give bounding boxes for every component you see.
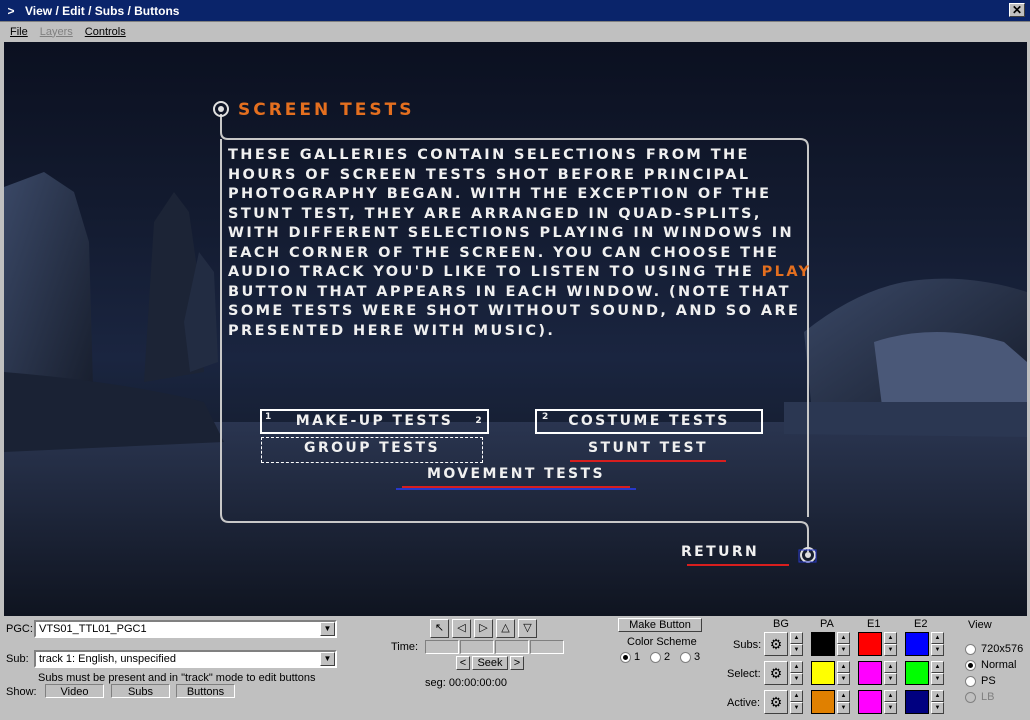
- show-video-toggle[interactable]: Video: [45, 684, 104, 698]
- view-ps-radio[interactable]: [965, 676, 976, 687]
- bg-spinner[interactable]: ▲ ▼: [790, 661, 803, 685]
- menu-bar: File Layers Controls: [0, 22, 1030, 41]
- view-720x576-radio[interactable]: [965, 644, 976, 655]
- makeup-tests-button[interactable]: 1 MAKE-UP TESTS 2: [260, 409, 489, 434]
- show-label: Show:: [6, 686, 37, 698]
- right-hand-icon[interactable]: ▷: [474, 619, 493, 638]
- button-number-marker: 2: [542, 412, 551, 422]
- control-panel: PGC: VTS01_TTL01_PGC1 ▼ Sub: track 1: Eng…: [0, 617, 1030, 720]
- menu-controls[interactable]: Controls: [85, 26, 126, 38]
- projector-icon[interactable]: ⚙: [764, 661, 788, 685]
- view-lb-radio: [965, 692, 976, 703]
- arrow-cursor-icon[interactable]: ↖: [430, 619, 449, 638]
- active-pa-swatch[interactable]: [811, 690, 835, 714]
- view-lb-label: LB: [981, 691, 995, 703]
- pa-spinner[interactable]: ▲ ▼: [837, 632, 850, 656]
- title-bar: > View / Edit / Subs / Buttons ✕: [0, 0, 1030, 22]
- time-frames-field[interactable]: [530, 640, 564, 654]
- seek-button[interactable]: Seek: [472, 656, 508, 670]
- left-hand-icon[interactable]: ◁: [452, 619, 471, 638]
- projector-icon[interactable]: ⚙: [764, 632, 788, 656]
- active-e2-swatch[interactable]: [905, 690, 929, 714]
- view-720x576-label: 720x576: [981, 643, 1024, 655]
- pgc-select[interactable]: VTS01_TTL01_PGC1 ▼: [34, 620, 337, 638]
- close-button[interactable]: ✕: [1009, 3, 1025, 17]
- view-label: View: [968, 619, 992, 631]
- row-subs-label: Subs:: [733, 639, 762, 651]
- group-tests-button[interactable]: GROUP TESTS: [261, 437, 483, 463]
- seg-readout: seg: 00:00:00:00: [425, 677, 507, 689]
- show-subs-toggle[interactable]: Subs: [111, 684, 170, 698]
- menu-description: THESE GALLERIES CONTAIN SELECTIONS FROM …: [228, 147, 812, 339]
- e2-spinner[interactable]: ▲ ▼: [931, 661, 944, 685]
- column-pa-label: PA: [820, 618, 834, 630]
- e2-spinner[interactable]: ▲ ▼: [931, 690, 944, 714]
- bg-spinner[interactable]: ▲ ▼: [790, 690, 803, 714]
- color-scheme-option-label: 1: [634, 651, 641, 663]
- color-scheme-radio-2[interactable]: [650, 652, 661, 663]
- seek-prev-button[interactable]: <: [456, 656, 470, 670]
- time-seconds-field[interactable]: [495, 640, 529, 654]
- seek-next-button[interactable]: >: [510, 656, 524, 670]
- time-minutes-field[interactable]: [460, 640, 494, 654]
- system-menu-icon[interactable]: >: [3, 2, 19, 19]
- select-e1-swatch[interactable]: [858, 661, 882, 685]
- e1-spinner[interactable]: ▲ ▼: [884, 632, 897, 656]
- sub-note: Subs must be present and in "track" mode…: [38, 672, 316, 684]
- view-ps-label: PS: [981, 675, 996, 687]
- play-highlight: PLAY: [761, 264, 812, 280]
- select-e2-swatch[interactable]: [905, 661, 929, 685]
- chevron-down-icon[interactable]: ▼: [320, 622, 335, 636]
- view-normal-label: Normal: [981, 659, 1017, 671]
- menu-title: SCREEN TESTS: [238, 100, 415, 120]
- time-hours-field[interactable]: [425, 640, 459, 654]
- subs-e2-swatch[interactable]: [905, 632, 929, 656]
- subs-pa-swatch[interactable]: [811, 632, 835, 656]
- row-select-label: Select:: [727, 668, 761, 680]
- bg-spinner[interactable]: ▲ ▼: [790, 632, 803, 656]
- sub-select[interactable]: track 1: English, unspecified ▼: [34, 650, 337, 668]
- costume-tests-button[interactable]: 2 COSTUME TESTS: [535, 409, 763, 434]
- select-pa-swatch[interactable]: [811, 661, 835, 685]
- down-hand-icon[interactable]: ▽: [518, 619, 537, 638]
- menu-file[interactable]: File: [10, 26, 28, 38]
- time-label: Time:: [391, 641, 419, 653]
- pa-spinner[interactable]: ▲ ▼: [837, 661, 850, 685]
- active-e1-swatch[interactable]: [858, 690, 882, 714]
- make-button-button[interactable]: Make Button: [618, 618, 702, 632]
- view-normal-radio[interactable]: [965, 660, 976, 671]
- row-active-label: Active:: [727, 697, 761, 709]
- column-e1-label: E1: [867, 618, 881, 630]
- projector-icon[interactable]: ⚙: [764, 690, 788, 714]
- stunt-test-button[interactable]: STUNT TEST: [564, 438, 732, 462]
- button-number-marker: 2: [475, 416, 484, 426]
- column-bg-label: BG: [773, 618, 789, 630]
- color-scheme-radio-3[interactable]: [680, 652, 691, 663]
- show-buttons-toggle[interactable]: Buttons: [176, 684, 235, 698]
- e1-spinner[interactable]: ▲ ▼: [884, 661, 897, 685]
- color-scheme-label: Color Scheme: [627, 636, 697, 648]
- menu-layers: Layers: [39, 25, 73, 38]
- column-e2-label: E2: [914, 618, 928, 630]
- color-scheme-option-label: 3: [694, 651, 701, 663]
- pgc-label: PGC:: [6, 623, 33, 635]
- color-scheme-radio-1[interactable]: [620, 652, 631, 663]
- chevron-down-icon[interactable]: ▼: [320, 652, 335, 666]
- e2-spinner[interactable]: ▲ ▼: [931, 632, 944, 656]
- menu-preview[interactable]: SCREEN TESTS THESE GALLERIES CONTAIN SEL…: [4, 42, 1027, 616]
- movement-tests-button[interactable]: MOVEMENT TESTS: [396, 464, 636, 490]
- subs-e1-swatch[interactable]: [858, 632, 882, 656]
- color-scheme-option-label: 2: [664, 651, 671, 663]
- return-button[interactable]: RETURN: [681, 542, 795, 566]
- e1-spinner[interactable]: ▲ ▼: [884, 690, 897, 714]
- up-hand-icon[interactable]: △: [496, 619, 515, 638]
- pa-spinner[interactable]: ▲ ▼: [837, 690, 850, 714]
- window-title: View / Edit / Subs / Buttons: [25, 3, 180, 18]
- button-number-marker: 1: [265, 412, 274, 422]
- sub-label: Sub:: [6, 653, 29, 665]
